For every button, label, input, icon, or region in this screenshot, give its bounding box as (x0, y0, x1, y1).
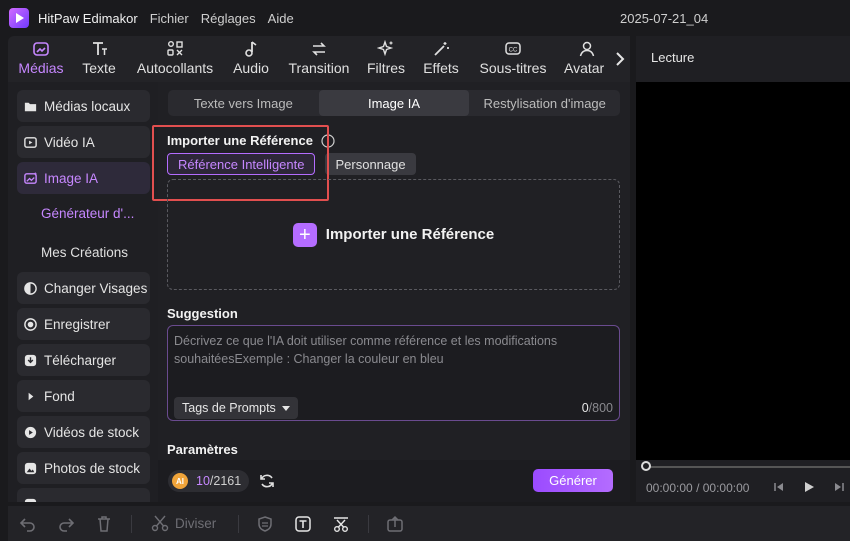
menu-aide[interactable]: Aide (268, 11, 294, 26)
folder-icon (24, 102, 37, 111)
sidebar-sub-generateur[interactable]: Générateur d'... (41, 206, 134, 221)
tab-effets[interactable]: Effets (421, 36, 461, 76)
suggestion-title: Suggestion (167, 306, 238, 321)
generate-bar: AI 10/2161 Générer (158, 460, 630, 502)
text-icon (93, 42, 107, 55)
tab-texte-vers-image[interactable]: Texte vers Image (168, 90, 319, 116)
transition-icon (312, 42, 326, 56)
sidebar-item-changer-visages[interactable]: Changer Visages (17, 272, 150, 304)
shield-icon[interactable] (256, 515, 274, 533)
tab-personnage[interactable]: Personnage (325, 153, 416, 175)
export-frame-icon[interactable] (386, 515, 404, 533)
media-icon (33, 42, 49, 56)
plus-icon: + (292, 222, 317, 247)
menu-fichier[interactable]: Fichier (150, 11, 189, 26)
title-bar: HitPaw Edimakor Fichier Réglages Aide 20… (0, 0, 850, 36)
tab-transition[interactable]: Transition (287, 36, 351, 76)
delete-icon[interactable] (95, 515, 113, 533)
generate-button[interactable]: Générer (533, 469, 613, 492)
mode-tabs: Texte vers Image Image IA Restylisation … (168, 90, 620, 116)
sidebar-sub-mes-creations[interactable]: Mes Créations (41, 245, 128, 260)
text-box-icon[interactable] (294, 515, 312, 533)
playback-progress[interactable] (646, 466, 850, 468)
play-icon[interactable] (802, 480, 816, 494)
avatar-icon (579, 41, 595, 57)
project-title: 2025-07-21_04 (620, 11, 709, 26)
playhead-knob[interactable] (641, 461, 651, 471)
ai-image-icon (24, 171, 38, 184)
tab-filtres[interactable]: Filtres (365, 36, 407, 76)
playback-time: 00:00:00 / 00:00:00 (646, 481, 750, 495)
app-logo-icon (9, 8, 29, 28)
tab-audio[interactable]: Audio (231, 36, 271, 76)
gif-icon (24, 498, 37, 502)
preview-panel: Lecture 00:00:00 / 00:00:00 (636, 36, 850, 502)
reference-tabs: Référence Intelligente Personnage (167, 153, 426, 175)
auto-cut-icon[interactable] (332, 515, 350, 533)
reference-title: Importer une Référence (167, 133, 313, 148)
parameters-title: Paramètres (167, 442, 238, 457)
tab-reference-intelligente[interactable]: Référence Intelligente (167, 153, 316, 175)
sparkle-icon (377, 40, 394, 57)
sidebar-item-medias-locaux[interactable]: Médias locaux (17, 90, 150, 122)
sidebar-item-photos-stock[interactable]: Photos de stock (17, 452, 150, 484)
caret-right-icon (28, 392, 34, 400)
divider (131, 515, 132, 533)
toolbar-next-button[interactable] (610, 36, 630, 82)
stickers-icon (167, 41, 183, 56)
sidebar: Médias locaux Vidéo IA Image IA Générate… (8, 82, 158, 502)
sidebar-item-more[interactable] (17, 488, 150, 502)
tab-sous-titres[interactable]: CC Sous-titres (477, 36, 549, 76)
record-icon (24, 317, 37, 331)
magic-wand-icon (434, 42, 449, 56)
chevron-right-icon (616, 52, 625, 66)
coin-icon: AI (172, 473, 188, 489)
sidebar-item-videos-stock[interactable]: Vidéos de stock (17, 416, 150, 448)
image-ia-panel: Texte vers Image Image IA Restylisation … (152, 82, 630, 502)
face-swap-icon (24, 281, 37, 295)
stock-video-icon (24, 426, 37, 438)
next-frame-icon[interactable] (832, 480, 846, 494)
info-icon[interactable] (321, 134, 335, 148)
preview-title: Lecture (651, 50, 695, 65)
tab-image-ia[interactable]: Image IA (318, 90, 470, 116)
sidebar-item-telecharger[interactable]: Télécharger (17, 344, 150, 376)
undo-icon[interactable] (19, 515, 37, 533)
refresh-icon[interactable] (258, 472, 276, 490)
sidebar-item-video-ia[interactable]: Vidéo IA (17, 126, 150, 158)
ai-video-icon (24, 136, 37, 148)
preview-canvas (636, 82, 850, 460)
sidebar-item-image-ia[interactable]: Image IA (17, 162, 150, 194)
tab-restylisation[interactable]: Restylisation d'image (469, 90, 620, 116)
edit-toolbar: Diviser (8, 506, 850, 541)
tab-avatar[interactable]: Avatar (564, 36, 614, 76)
download-icon (24, 354, 37, 366)
sidebar-item-fond[interactable]: Fond (17, 380, 150, 412)
divider (368, 515, 369, 533)
split-button[interactable]: Diviser (151, 514, 216, 532)
tab-texte[interactable]: Texte (81, 36, 117, 76)
menu-reglages[interactable]: Réglages (201, 11, 256, 26)
tab-autocollants[interactable]: Autocollants (135, 36, 215, 76)
svg-text:CC: CC (509, 48, 518, 54)
dropzone-label: Importer une Référence (325, 226, 495, 243)
sidebar-item-enregistrer[interactable]: Enregistrer (17, 308, 150, 340)
credits-badge: AI 10/2161 (168, 470, 250, 492)
character-count: 0/800 (581, 401, 613, 415)
suggestion-placeholder: Décrivez ce que l'IA doit utiliser comme… (174, 334, 558, 366)
music-note-icon (245, 41, 257, 57)
stock-photo-icon (24, 462, 37, 474)
redo-icon[interactable] (57, 515, 75, 533)
prompt-tags-dropdown[interactable]: Tags de Prompts (174, 397, 298, 419)
previous-frame-icon[interactable] (772, 480, 786, 494)
reference-dropzone[interactable]: + Importer une Référence (167, 179, 620, 290)
subtitles-icon: CC (505, 42, 521, 55)
caret-down-icon (281, 406, 290, 411)
app-name: HitPaw Edimakor (38, 10, 138, 26)
tab-medias[interactable]: Médias (17, 36, 65, 76)
scissors-icon (151, 515, 169, 532)
divider (238, 515, 239, 533)
media-toolbar: Médias Texte Autocollants Audio Transiti… (8, 36, 630, 82)
suggestion-input[interactable]: Décrivez ce que l'IA doit utiliser comme… (167, 325, 620, 421)
